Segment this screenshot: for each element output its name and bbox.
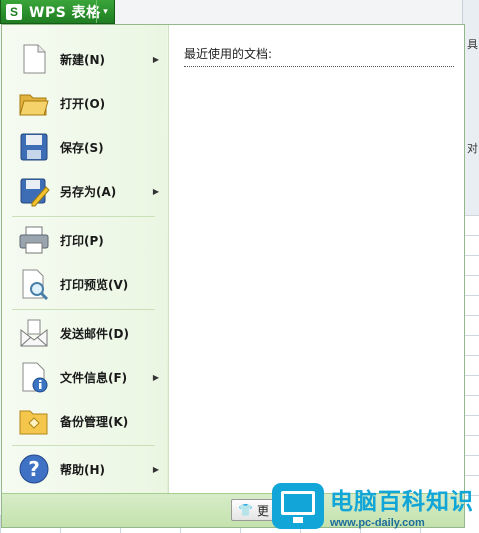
- menu-item-label: 另存为(A): [60, 184, 117, 199]
- recent-title-divider: [184, 66, 454, 67]
- submenu-arrow-icon: ▶: [152, 54, 159, 64]
- menu-item-label: 备份管理(K): [60, 414, 129, 429]
- watermark: 电脑百科知识 www.pc-daily.com: [272, 478, 479, 533]
- menu-item-label: 打开(O): [60, 96, 106, 111]
- menu-item-print-preview[interactable]: 打印预览(V): [2, 262, 167, 306]
- watermark-url: www.pc-daily.com: [330, 517, 425, 529]
- print-preview-icon: [18, 268, 50, 301]
- menu-item-send-mail[interactable]: 发送邮件(D): [2, 311, 167, 355]
- backup-folder-icon: [18, 405, 50, 437]
- menu-separator: [12, 309, 155, 310]
- mail-icon: [18, 317, 50, 349]
- new-document-icon: [18, 43, 50, 75]
- svg-text:?: ?: [28, 457, 40, 481]
- chevron-down-icon[interactable]: ▾: [96, 0, 114, 23]
- submenu-arrow-icon: ▶: [152, 464, 159, 474]
- menu-item-help[interactable]: ? 帮助(H) ▶: [2, 447, 167, 491]
- file-info-icon: [18, 361, 50, 393]
- menu-item-label: 文件信息(F): [60, 370, 128, 385]
- menu-item-label: 保存(S): [60, 140, 104, 155]
- monitor-logo-icon: [272, 482, 324, 529]
- menu-separator: [12, 216, 155, 217]
- submenu-arrow-icon: ▶: [152, 372, 159, 382]
- save-as-icon: [18, 175, 50, 207]
- menu-command-list: 新建(N) ▶ 打开(O) 保存(S) 另存为(A) ▶ 打印(P) 打印预览(…: [2, 25, 167, 493]
- wps-app-button[interactable]: S WPS 表格 ▾: [0, 0, 115, 24]
- wps-logo-icon: S: [6, 3, 22, 20]
- menu-item-new[interactable]: 新建(N) ▶: [2, 37, 167, 81]
- menu-item-label: 新建(N): [60, 52, 106, 67]
- menu-item-backup[interactable]: 备份管理(K): [2, 399, 167, 443]
- ribbon-char: 对: [467, 142, 478, 155]
- menu-separator: [12, 445, 155, 446]
- recent-documents-title: 最近使用的文档:: [184, 47, 273, 61]
- save-disk-icon: [18, 131, 50, 163]
- printer-icon: [18, 224, 50, 256]
- options-button-label: 更: [256, 503, 269, 518]
- menu-item-save-as[interactable]: 另存为(A) ▶: [2, 169, 167, 213]
- menu-item-print[interactable]: 打印(P): [2, 218, 167, 262]
- menu-item-file-info[interactable]: 文件信息(F) ▶: [2, 355, 167, 399]
- menu-item-save[interactable]: 保存(S): [2, 125, 167, 169]
- recent-documents-pane: 最近使用的文档:: [168, 25, 464, 493]
- menu-item-label: 发送邮件(D): [60, 326, 129, 341]
- menu-item-label: 打印(P): [60, 233, 104, 248]
- ribbon-char: 具: [467, 38, 478, 51]
- watermark-name: 电脑百科知识: [330, 489, 474, 515]
- help-icon: ?: [18, 453, 50, 485]
- submenu-arrow-icon: ▶: [152, 186, 159, 196]
- app-title: WPS 表格: [29, 4, 101, 21]
- file-menu: 新建(N) ▶ 打开(O) 保存(S) 另存为(A) ▶ 打印(P) 打印预览(…: [1, 24, 465, 528]
- menu-item-label: 帮助(H): [60, 462, 106, 477]
- menu-item-label: 打印预览(V): [60, 277, 129, 292]
- shirt-icon: 👕: [238, 503, 253, 517]
- open-folder-icon: [18, 87, 50, 119]
- menu-item-open[interactable]: 打开(O): [2, 81, 167, 125]
